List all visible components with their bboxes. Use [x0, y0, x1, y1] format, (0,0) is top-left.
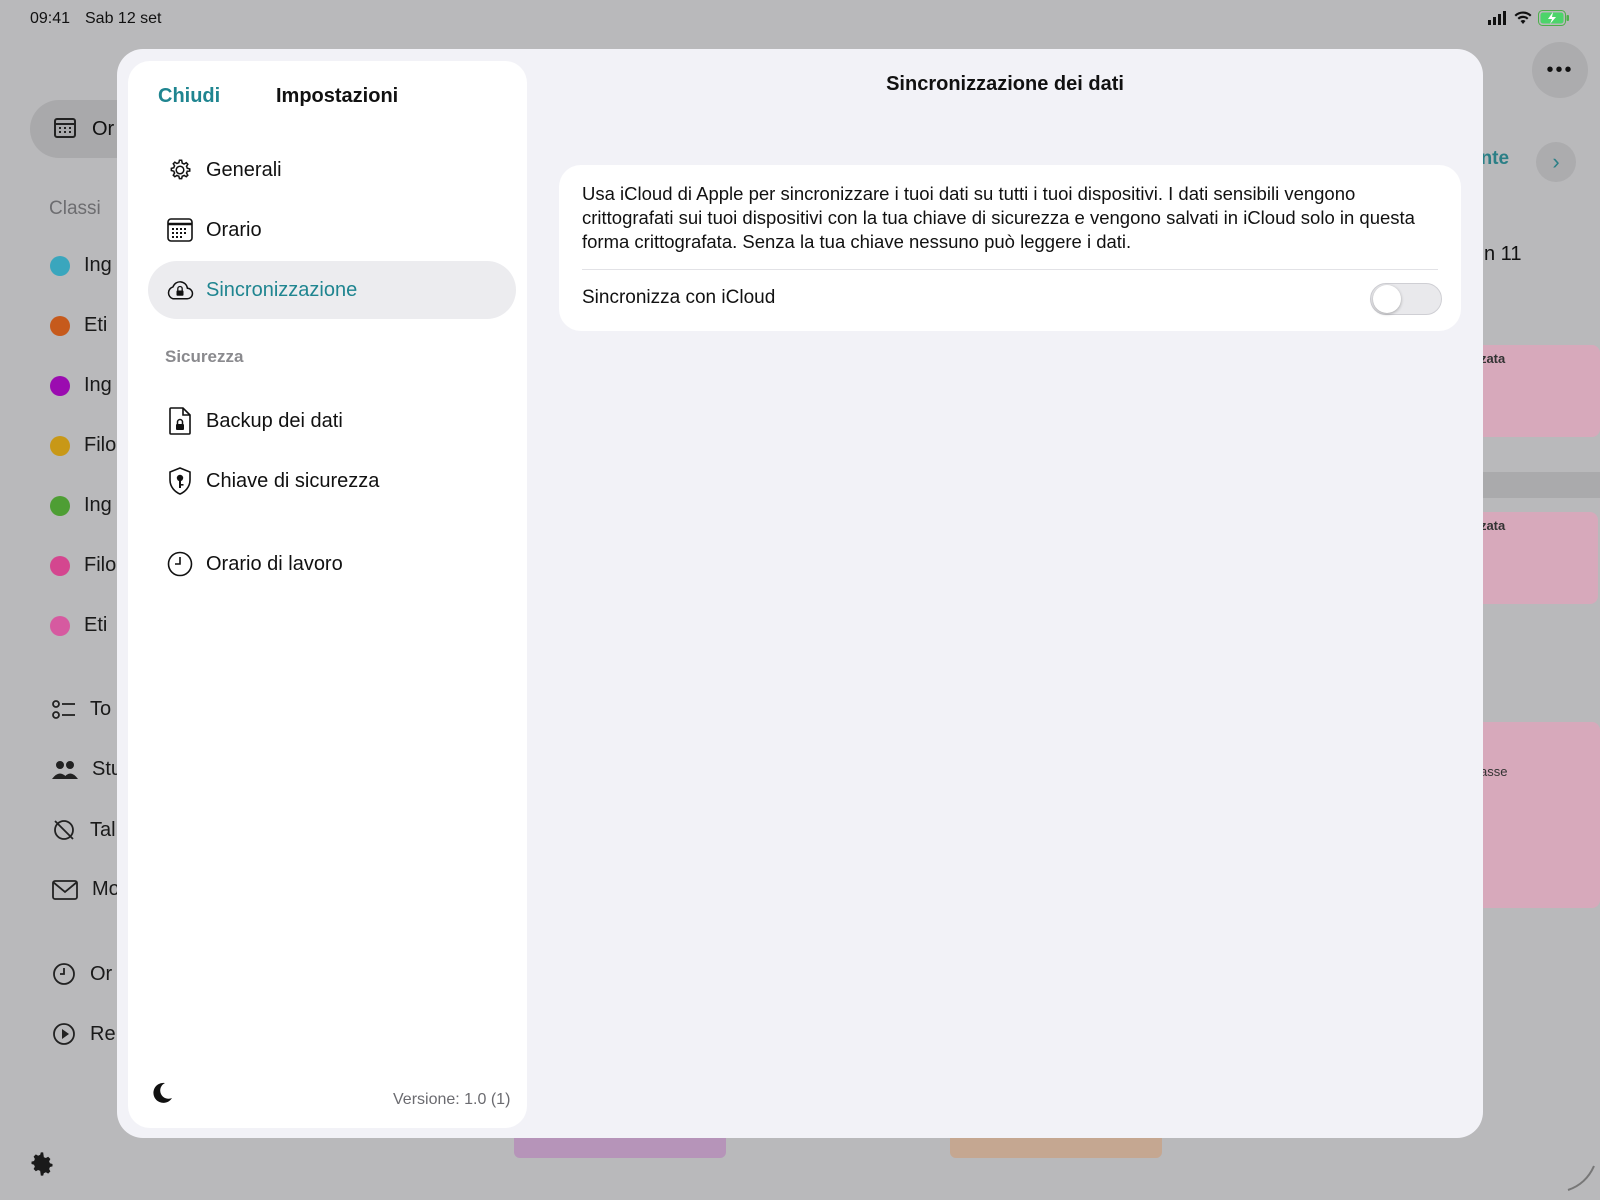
bg-tool-item: Mo: [52, 878, 120, 901]
cloud-lock-icon: [166, 276, 194, 304]
people-icon: [52, 760, 78, 780]
bg-class-item: Ing: [50, 494, 112, 517]
status-time: 09:41: [30, 10, 71, 27]
wifi-icon: [1514, 11, 1532, 25]
close-button[interactable]: Chiudi: [158, 85, 220, 108]
class-color-dot: [50, 255, 70, 276]
timer-off-icon: [52, 818, 76, 842]
nav-item-security-key[interactable]: Chiave di sicurezza: [148, 452, 516, 510]
bg-class-item: Eti: [50, 314, 107, 337]
bg-class-item: Eti: [50, 614, 107, 637]
bg-tool-item: Tal: [52, 818, 116, 842]
bg-event-card: [950, 1138, 1162, 1158]
calendar-grid-icon: [54, 118, 76, 138]
section-header-security: Sicurezza: [165, 347, 244, 366]
bg-class-item: Ing: [50, 254, 112, 277]
gear-icon[interactable]: [28, 1150, 56, 1178]
class-color-dot: [50, 555, 70, 576]
divider: [582, 269, 1438, 270]
class-color-dot: [50, 615, 70, 636]
next-button[interactable]: ›: [1536, 142, 1576, 182]
nav-item-label: Backup dei dati: [206, 409, 343, 432]
settings-title: Impostazioni: [276, 85, 399, 107]
bg-tool-item: Stu: [52, 758, 122, 781]
bg-event-card: [514, 1138, 726, 1158]
bg-day-partial: n 11: [1484, 243, 1522, 265]
bg-tool-item: To: [52, 698, 111, 721]
bg-class-item: Filo: [50, 554, 116, 577]
bg-tool-item: Re: [52, 1022, 116, 1046]
bg-event-card: asse: [1470, 722, 1600, 908]
sync-icloud-label: Sincronizza con iCloud: [582, 287, 776, 308]
bg-tool-item: Or: [52, 962, 112, 986]
settings-modal: Chiudi Impostazioni Generali Orario Sinc…: [117, 49, 1483, 1138]
bg-event-strip: [1470, 472, 1600, 498]
nav-item-orario[interactable]: Orario: [148, 201, 516, 259]
clock-icon: [52, 962, 76, 986]
version-label: Versione: 1.0 (1): [393, 1091, 511, 1108]
ellipsis-icon: •••: [1546, 58, 1574, 81]
checklist-icon: [52, 699, 76, 721]
bg-class-item: Filo: [50, 434, 116, 457]
class-color-dot: [50, 375, 70, 396]
play-circle-icon: [52, 1022, 76, 1046]
bg-event-card: nzata: [1470, 512, 1598, 604]
status-icons: [1488, 10, 1570, 26]
chevron-right-icon: ›: [1552, 149, 1560, 174]
document-lock-icon: [166, 407, 194, 435]
class-color-dot: [50, 315, 70, 336]
toggle-knob: [1373, 285, 1401, 313]
sync-description: Usa iCloud di Apple per sincronizzare i …: [582, 183, 1415, 252]
battery-charging-icon: [1538, 10, 1570, 26]
status-bar: 09:41 Sab 12 set: [0, 0, 1600, 38]
clock-icon: [166, 550, 194, 578]
cellular-signal-icon: [1488, 11, 1508, 25]
nav-item-label: Generali: [206, 158, 282, 181]
more-button[interactable]: •••: [1532, 42, 1588, 98]
nav-item-work-hours[interactable]: Orario di lavoro: [148, 535, 516, 593]
nav-item-label: Orario: [206, 218, 262, 241]
nav-item-backup[interactable]: Backup dei dati: [148, 392, 516, 450]
detail-title: Sincronizzazione dei dati: [886, 73, 1124, 95]
nav-item-sincronizzazione[interactable]: Sincronizzazione: [148, 261, 516, 319]
status-date: Sab 12 set: [85, 10, 162, 27]
nav-item-generali[interactable]: Generali: [148, 141, 516, 199]
bg-sidebar-active-label: Or: [92, 118, 115, 140]
bg-classi-header: Classi: [49, 198, 101, 219]
class-color-dot: [50, 495, 70, 516]
sync-card: Usa iCloud di Apple per sincronizzare i …: [559, 165, 1461, 331]
calendar-grid-icon: [166, 216, 194, 244]
settings-sidebar: Chiudi Impostazioni Generali Orario Sinc…: [128, 61, 527, 1128]
shield-key-icon: [166, 467, 194, 495]
bg-class-item: Ing: [50, 374, 112, 397]
nav-item-label: Chiave di sicurezza: [206, 469, 380, 492]
resize-handle-icon: [1566, 1162, 1596, 1192]
nav-item-label: Sincronizzazione: [206, 278, 358, 301]
envelope-icon: [52, 879, 78, 900]
nav-item-label: Orario di lavoro: [206, 552, 343, 575]
sync-icloud-toggle[interactable]: [1370, 283, 1442, 315]
class-color-dot: [50, 435, 70, 456]
bg-event-card: nzata o: [1470, 345, 1600, 437]
moon-icon[interactable]: [150, 1081, 176, 1107]
gear-icon: [166, 156, 194, 184]
